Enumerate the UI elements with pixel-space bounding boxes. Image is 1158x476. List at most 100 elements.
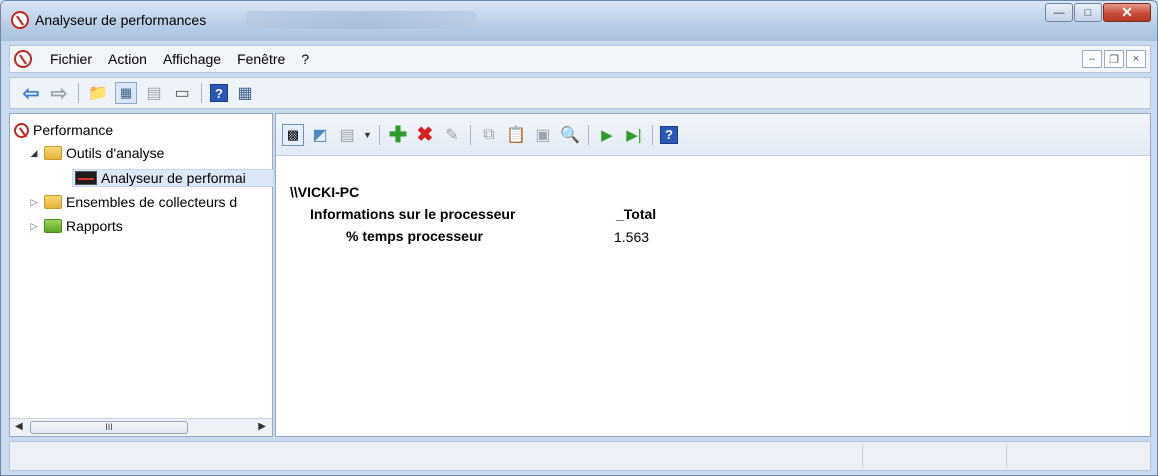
highlight-button[interactable]: ✎ bbox=[441, 124, 463, 146]
title-bar[interactable]: Analyseur de performances — □ ✕ bbox=[1, 1, 1157, 41]
mdi-app-icon[interactable] bbox=[14, 50, 32, 68]
collapsed-chevron-icon[interactable]: ▷ bbox=[28, 197, 40, 208]
change-graph-type-button[interactable]: ▤ bbox=[336, 124, 358, 146]
report-counter-name: % temps processeur bbox=[346, 228, 483, 244]
menu-action[interactable]: Action bbox=[100, 51, 155, 67]
clear-icon: ◩ bbox=[312, 126, 328, 144]
zoom-button[interactable]: 🔍 bbox=[559, 124, 581, 146]
tree-item-label: Rapports bbox=[66, 218, 123, 234]
tree-item-performance[interactable]: Performance bbox=[14, 122, 113, 138]
scroll-grip-icon: III bbox=[105, 422, 113, 432]
toolbar-separator bbox=[469, 124, 471, 145]
chart-monitor-icon bbox=[75, 171, 97, 185]
report-computer-name: \\VICKI-PC bbox=[290, 184, 360, 200]
toolbar-separator bbox=[378, 124, 380, 145]
toolbar-separator bbox=[651, 124, 653, 145]
tree-item-outils-analyse[interactable]: ◢ Outils d'analyse bbox=[28, 145, 165, 161]
toolbar-separator bbox=[587, 124, 589, 145]
expanded-chevron-icon[interactable]: ◢ bbox=[28, 148, 40, 159]
console-tree: Performance ◢ Outils d'analyse Analyseur… bbox=[9, 113, 274, 437]
minimize-icon: — bbox=[1053, 6, 1065, 19]
tree-item-ensembles[interactable]: ▷ Ensembles de collecteurs d bbox=[28, 194, 238, 210]
mdi-restore-button[interactable]: ❐ bbox=[1104, 50, 1124, 68]
printer-icon: ▭ bbox=[174, 85, 190, 102]
show-hide-action-pane-button[interactable]: ▦ bbox=[234, 82, 256, 104]
menu-affichage[interactable]: Affichage bbox=[155, 51, 229, 67]
help-icon: ? bbox=[215, 85, 223, 101]
menu-fichier[interactable]: Fichier bbox=[42, 51, 100, 67]
add-counter-button[interactable]: ✚ bbox=[387, 121, 409, 147]
help-button[interactable]: ? bbox=[210, 84, 228, 102]
clipboard-icon: 📋 bbox=[505, 126, 526, 144]
plus-icon: ✚ bbox=[388, 121, 408, 147]
reports-folder-icon bbox=[44, 219, 62, 233]
step-forward-icon: ▶| bbox=[626, 126, 642, 144]
update-data-button[interactable]: ▶| bbox=[623, 124, 645, 146]
maximize-button[interactable]: □ bbox=[1074, 3, 1102, 22]
status-cell bbox=[862, 444, 863, 468]
unfreeze-button[interactable]: ▶ bbox=[596, 124, 618, 146]
action-pane-icon: ▦ bbox=[237, 85, 253, 102]
copy-icon: ⧉ bbox=[483, 125, 495, 143]
dropdown-chevron-icon[interactable]: ▼ bbox=[363, 130, 372, 140]
scroll-left-icon[interactable]: ◀ bbox=[15, 421, 23, 432]
folder-icon bbox=[44, 146, 62, 160]
tree-item-analyseur[interactable]: Analyseur de performai bbox=[72, 169, 274, 187]
tree-item-label: Analyseur de performai bbox=[101, 170, 246, 186]
view-graph-button[interactable]: ▩ bbox=[282, 123, 304, 146]
maximize-icon: □ bbox=[1084, 6, 1092, 19]
report-object-name: Informations sur le processeur bbox=[310, 206, 516, 222]
clear-display-button[interactable]: ◩ bbox=[309, 124, 331, 146]
show-hide-tree-button[interactable]: ▦ bbox=[115, 82, 137, 104]
delete-x-icon: ✖ bbox=[416, 124, 434, 146]
properties-button[interactable]: ▤ bbox=[143, 82, 165, 104]
copy-properties-button[interactable]: ⧉ bbox=[478, 124, 500, 146]
tree-item-label: Outils d'analyse bbox=[66, 145, 165, 161]
mdi-minimize-button[interactable]: – bbox=[1082, 50, 1102, 68]
graph-type-icon: ▤ bbox=[339, 126, 355, 144]
tree-item-rapports[interactable]: ▷ Rapports bbox=[28, 218, 123, 234]
status-bar bbox=[9, 441, 1151, 471]
graph-view-icon: ▩ bbox=[286, 126, 300, 142]
monitor-toolbar: ▩ ◩ ▤ ▼ ✚ ✖ ✎ ⧉ 📋 ▣ 🔍 ▶ ▶| ? bbox=[276, 114, 1150, 156]
forward-button[interactable]: ⇨ bbox=[48, 82, 70, 105]
back-arrow-icon: ⇦ bbox=[22, 82, 40, 105]
minimize-icon: – bbox=[1088, 53, 1096, 65]
back-button[interactable]: ⇦ bbox=[20, 82, 42, 105]
properties-button[interactable]: ▣ bbox=[532, 124, 554, 146]
help-icon: ? bbox=[664, 127, 673, 142]
performance-monitor-icon bbox=[11, 11, 29, 29]
paste-counter-list-button[interactable]: 📋 bbox=[505, 124, 527, 146]
tree-item-label: Ensembles de collecteurs d bbox=[66, 194, 238, 210]
menu-bar: Fichier Action Affichage Fenêtre ? – ❐ × bbox=[9, 45, 1151, 73]
main-window: Analyseur de performances — □ ✕ Fichier … bbox=[0, 0, 1158, 476]
report-counter-value: 1.563 bbox=[614, 229, 650, 245]
print-button[interactable]: ▭ bbox=[171, 82, 193, 104]
play-icon: ▶ bbox=[601, 126, 613, 144]
folder-up-icon: 📁 bbox=[88, 85, 108, 102]
menu-fenetre[interactable]: Fenêtre bbox=[229, 51, 293, 67]
delete-counter-button[interactable]: ✖ bbox=[414, 124, 436, 146]
minimize-button[interactable]: — bbox=[1045, 3, 1073, 22]
scroll-right-icon[interactable]: ▶ bbox=[258, 421, 266, 432]
toolbar-separator bbox=[201, 83, 202, 103]
collapsed-chevron-icon[interactable]: ▷ bbox=[28, 221, 40, 232]
pencil-icon: ✎ bbox=[445, 126, 459, 144]
horizontal-scrollbar[interactable]: ◀ III ▶ bbox=[10, 418, 272, 436]
properties-icon: ▣ bbox=[535, 126, 551, 144]
performance-icon bbox=[14, 122, 29, 138]
help-button[interactable]: ? bbox=[659, 125, 678, 144]
close-button[interactable]: ✕ bbox=[1103, 3, 1151, 22]
menu-help[interactable]: ? bbox=[293, 51, 317, 67]
close-icon: × bbox=[1132, 53, 1140, 65]
performance-monitor-pane: ▩ ◩ ▤ ▼ ✚ ✖ ✎ ⧉ 📋 ▣ 🔍 ▶ ▶| ? \\VICKI-PC … bbox=[275, 113, 1151, 437]
tree-item-label: Performance bbox=[33, 122, 114, 138]
up-folder-button[interactable]: 📁 bbox=[87, 82, 109, 104]
console-tree-icon: ▦ bbox=[119, 85, 133, 100]
report-instance-header: _Total bbox=[616, 206, 657, 222]
status-cell bbox=[1006, 444, 1007, 468]
folder-icon bbox=[44, 195, 62, 209]
blurred-title-area bbox=[246, 11, 476, 29]
mdi-close-button[interactable]: × bbox=[1126, 50, 1146, 68]
scrollbar-thumb[interactable]: III bbox=[30, 421, 188, 434]
